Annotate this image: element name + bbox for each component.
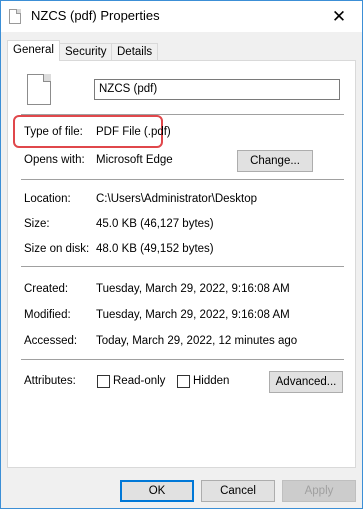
size-label: Size: bbox=[24, 218, 50, 230]
tab-details[interactable]: Details bbox=[111, 43, 159, 61]
title-bar[interactable]: NZCS (pdf) Properties ✕ bbox=[1, 1, 362, 32]
tab-security[interactable]: Security bbox=[59, 43, 113, 61]
created-value: Tuesday, March 29, 2022, 9:16:08 AM bbox=[96, 283, 290, 295]
accessed-label: Accessed: bbox=[24, 335, 78, 347]
hidden-label[interactable]: Hidden bbox=[193, 375, 229, 387]
readonly-label[interactable]: Read-only bbox=[113, 375, 165, 387]
ok-button[interactable]: OK bbox=[120, 480, 194, 502]
separator bbox=[21, 266, 344, 267]
separator bbox=[21, 359, 344, 360]
window-title: NZCS (pdf) Properties bbox=[31, 8, 160, 23]
tab-general[interactable]: General bbox=[7, 40, 60, 61]
size-on-disk-label: Size on disk: bbox=[24, 243, 90, 255]
separator bbox=[21, 179, 344, 180]
hidden-checkbox[interactable] bbox=[177, 375, 190, 388]
type-of-file-label: Type of file: bbox=[24, 126, 83, 138]
opens-with-value: Microsoft Edge bbox=[96, 154, 173, 166]
close-button[interactable]: ✕ bbox=[316, 1, 362, 32]
apply-button[interactable]: Apply bbox=[282, 480, 356, 502]
properties-dialog: NZCS (pdf) Properties ✕ General Security… bbox=[0, 0, 363, 509]
created-label: Created: bbox=[24, 283, 69, 295]
readonly-checkbox[interactable] bbox=[97, 375, 110, 388]
location-label: Location: bbox=[24, 193, 71, 205]
attributes-label: Attributes: bbox=[24, 375, 76, 387]
opens-with-label: Opens with: bbox=[24, 154, 85, 166]
advanced-button[interactable]: Advanced... bbox=[269, 371, 343, 393]
size-value: 45.0 KB (46,127 bytes) bbox=[96, 218, 214, 230]
accessed-value: Today, March 29, 2022, 12 minutes ago bbox=[96, 335, 298, 347]
modified-value: Tuesday, March 29, 2022, 9:16:08 AM bbox=[96, 309, 290, 321]
document-icon bbox=[9, 9, 21, 24]
cancel-button[interactable]: Cancel bbox=[201, 480, 275, 502]
location-value: C:\Users\Administrator\Desktop bbox=[96, 193, 258, 205]
change-button[interactable]: Change... bbox=[237, 150, 313, 172]
size-on-disk-value: 48.0 KB (49,152 bytes) bbox=[96, 243, 214, 255]
pdf-file-icon bbox=[27, 74, 51, 105]
type-of-file-value: PDF File (.pdf) bbox=[96, 126, 171, 138]
file-name-field[interactable]: NZCS (pdf) bbox=[94, 79, 340, 100]
modified-label: Modified: bbox=[24, 309, 71, 321]
general-panel: NZCS (pdf) Type of file: PDF File (.pdf)… bbox=[7, 60, 356, 468]
